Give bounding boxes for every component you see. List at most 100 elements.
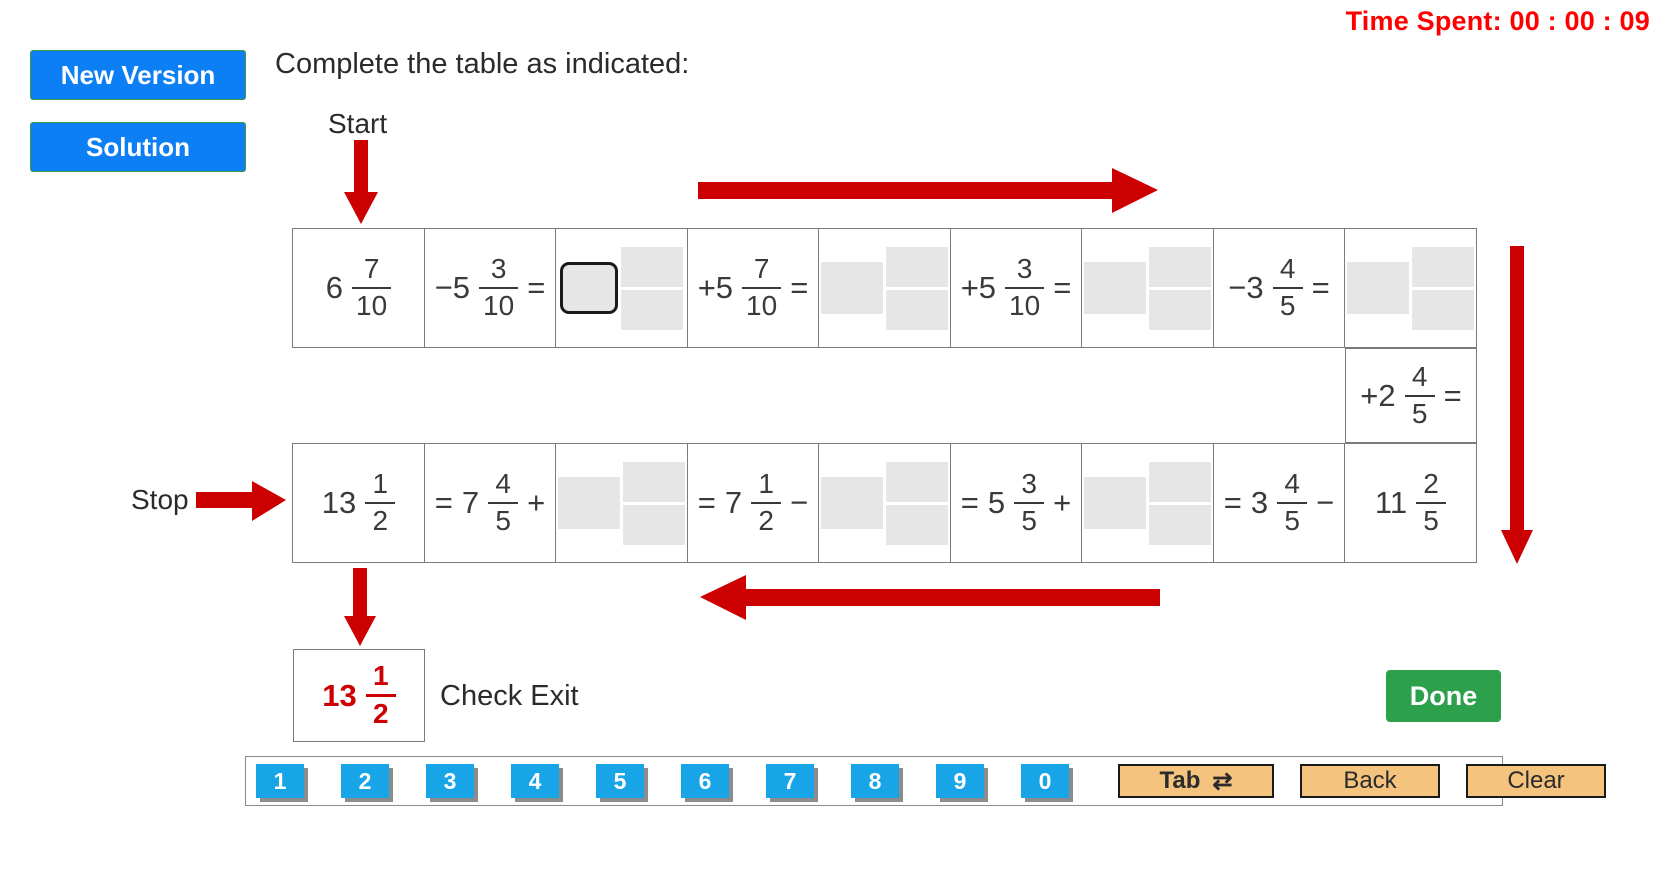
fraction: 3 10 xyxy=(1005,255,1045,320)
cell-r2c4: = 7 1 2 − xyxy=(688,444,819,562)
row2-direction-arrow-left-icon xyxy=(700,575,1160,620)
key-0[interactable]: 0 xyxy=(1021,764,1069,798)
wrap-arrow-down-icon xyxy=(1501,246,1533,564)
denominator-input[interactable] xyxy=(621,289,683,330)
operation-expression: = 3 4 5 − xyxy=(1223,468,1335,536)
operation-expression: +2 4 5 = xyxy=(1360,360,1462,429)
cell-r2c5-answer[interactable] xyxy=(819,444,951,562)
fraction-input xyxy=(886,461,948,545)
cell-r2c1: 13 1 2 xyxy=(293,444,425,562)
fraction: 2 5 xyxy=(1416,470,1447,535)
fraction: 4 5 xyxy=(1272,255,1303,320)
fraction-bar xyxy=(1404,394,1435,397)
numerator-input[interactable] xyxy=(621,246,683,287)
start-label: Start xyxy=(328,108,388,139)
key-2[interactable]: 2 xyxy=(341,764,389,798)
cell-r1c4: +5 7 10 = xyxy=(688,229,819,347)
tab-key[interactable]: Tab ⇄ xyxy=(1118,764,1274,798)
operation-expression: −3 4 5 = xyxy=(1228,253,1330,321)
fraction-input xyxy=(1149,246,1211,330)
fraction-bar xyxy=(488,502,519,504)
answer-input-group xyxy=(1347,246,1474,330)
cell-r1c7-answer[interactable] xyxy=(1082,229,1214,347)
operation-expression: = 5 3 5 + xyxy=(960,468,1072,536)
fraction-bar xyxy=(365,502,396,504)
cell-r1c9-answer[interactable] xyxy=(1345,229,1476,347)
fraction-input xyxy=(1412,246,1474,330)
numerator-input[interactable] xyxy=(623,461,685,502)
row1-direction-arrow-right-icon xyxy=(698,168,1158,213)
numerator-input[interactable] xyxy=(886,246,948,287)
fraction-bar xyxy=(365,694,396,697)
exit-mixed-number: 13 1 2 xyxy=(322,662,396,728)
key-6[interactable]: 6 xyxy=(681,764,729,798)
fraction-bar xyxy=(352,287,392,289)
numerator-input[interactable] xyxy=(886,461,948,502)
worksheet-stage: Time Spent: 00 : 00 : 09 New Version Sol… xyxy=(0,0,1668,888)
numerator-input[interactable] xyxy=(1412,246,1474,287)
cell-r1c5-answer[interactable] xyxy=(819,229,951,347)
start-arrow-down-icon xyxy=(344,140,378,224)
fraction-bar xyxy=(479,287,519,289)
cell-r2c3-answer[interactable] xyxy=(556,444,688,562)
key-4[interactable]: 4 xyxy=(511,764,559,798)
cell-r1c1: 6 7 10 xyxy=(293,229,425,347)
cell-r2c6: = 5 3 5 + xyxy=(951,444,1082,562)
mixed-number: 6 7 10 xyxy=(326,255,392,320)
whole-number-input[interactable] xyxy=(821,477,883,529)
denominator-input[interactable] xyxy=(1149,504,1211,545)
mixed-number: 13 1 2 xyxy=(322,470,396,535)
clear-key[interactable]: Clear xyxy=(1466,764,1606,798)
fraction-input xyxy=(1149,461,1211,545)
denominator-input[interactable] xyxy=(886,289,948,330)
key-8[interactable]: 8 xyxy=(851,764,899,798)
fraction: 4 5 xyxy=(488,470,519,535)
cell-middle: +2 4 5 = xyxy=(1346,349,1476,442)
fraction-bar xyxy=(1005,287,1045,289)
numerator-input[interactable] xyxy=(1149,461,1211,502)
cell-r2c2: = 7 4 5 + xyxy=(425,444,556,562)
whole-number-input[interactable] xyxy=(821,262,883,314)
fraction: 7 10 xyxy=(352,255,392,320)
whole-number-input-focused[interactable] xyxy=(560,262,618,314)
key-5[interactable]: 5 xyxy=(596,764,644,798)
cell-r2c9: 11 2 5 xyxy=(1345,444,1476,562)
key-7[interactable]: 7 xyxy=(766,764,814,798)
exit-arrow-down-icon xyxy=(344,568,376,646)
key-3[interactable]: 3 xyxy=(426,764,474,798)
key-9[interactable]: 9 xyxy=(936,764,984,798)
cell-r2c8: = 3 4 5 − xyxy=(1214,444,1345,562)
stop-arrow-right-icon xyxy=(196,481,286,521)
denominator-input[interactable] xyxy=(886,504,948,545)
solution-button[interactable]: Solution xyxy=(30,122,246,172)
key-1[interactable]: 1 xyxy=(256,764,304,798)
operation-expression: = 7 1 2 − xyxy=(697,468,809,536)
new-version-button[interactable]: New Version xyxy=(30,50,246,100)
cell-r1c6: +5 3 10 = xyxy=(951,229,1082,347)
fraction-input xyxy=(623,461,685,545)
operation-expression: = 7 4 5 + xyxy=(434,468,546,536)
cell-r2c7-answer[interactable] xyxy=(1082,444,1214,562)
denominator-input[interactable] xyxy=(1412,289,1474,330)
back-key[interactable]: Back xyxy=(1300,764,1440,798)
whole-number-input[interactable] xyxy=(1084,262,1146,314)
numerator-input[interactable] xyxy=(1149,246,1211,287)
fraction: 4 5 xyxy=(1277,470,1308,535)
denominator-input[interactable] xyxy=(623,504,685,545)
denominator-input[interactable] xyxy=(1149,289,1211,330)
number-keypad: 1 2 3 4 5 6 7 8 9 0 Tab ⇄ Back Clear xyxy=(245,756,1606,806)
cell-r1c3-answer[interactable] xyxy=(556,229,688,347)
table-row-top: 6 7 10 −5 3 10 = +5 7 10 = +5 3 10 = −3 … xyxy=(292,228,1477,348)
table-connector-cell: +2 4 5 = xyxy=(1345,348,1477,443)
answer-input-group xyxy=(1084,246,1211,330)
answer-input-group xyxy=(821,461,948,545)
whole-number-input[interactable] xyxy=(1347,262,1409,314)
whole-number-input[interactable] xyxy=(1084,477,1146,529)
fraction: 4 5 xyxy=(1404,362,1435,428)
done-button[interactable]: Done xyxy=(1386,670,1501,722)
fraction: 3 5 xyxy=(1014,470,1045,535)
stop-label: Stop xyxy=(131,484,189,515)
whole-number-input[interactable] xyxy=(558,477,620,529)
fraction-bar xyxy=(1272,287,1303,289)
check-exit-label: Check Exit xyxy=(440,680,579,712)
